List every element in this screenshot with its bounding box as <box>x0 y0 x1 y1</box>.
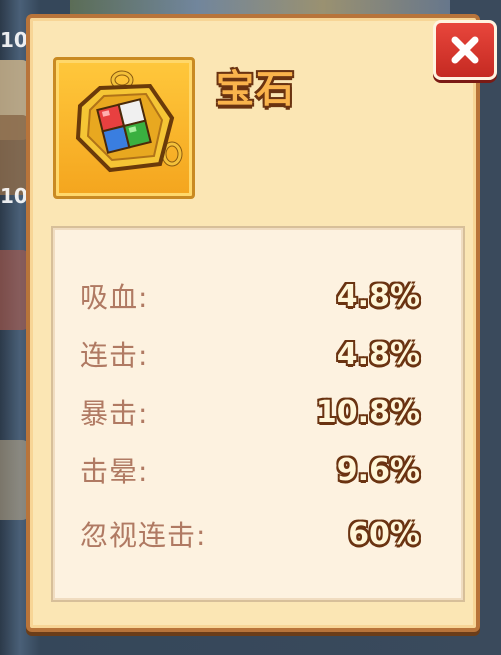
item-title: 宝石 <box>216 67 297 111</box>
stat-label: 连击: <box>80 339 149 372</box>
stat-label: 忽视连击: <box>80 519 207 552</box>
stat-label: 暴击: <box>80 397 149 430</box>
stat-value: 4.8% <box>336 336 420 372</box>
stat-label: 吸血: <box>80 281 149 314</box>
stat-row-stun: 击晕: 9.6% <box>80 450 420 490</box>
close-icon <box>451 36 479 64</box>
stat-value: 9.6% <box>336 452 420 488</box>
background-number: 10 <box>0 184 28 208</box>
stat-value: 4.8% <box>336 278 420 314</box>
gem-amulet-icon <box>75 70 183 173</box>
stat-label: 击晕: <box>80 455 149 488</box>
background-number: 10 <box>0 28 28 52</box>
item-icon-frame <box>53 57 195 199</box>
close-button[interactable] <box>433 20 497 80</box>
stat-row-critical: 暴击: 10.8% <box>80 392 420 432</box>
stat-row-combo: 连击: 4.8% <box>80 334 420 374</box>
stat-value: 60% <box>348 516 420 552</box>
stat-row-ignore-combo: 忽视连击: 60% <box>80 514 420 554</box>
stat-row-lifesteal: 吸血: 4.8% <box>80 276 420 316</box>
stat-value: 10.8% <box>315 394 420 430</box>
